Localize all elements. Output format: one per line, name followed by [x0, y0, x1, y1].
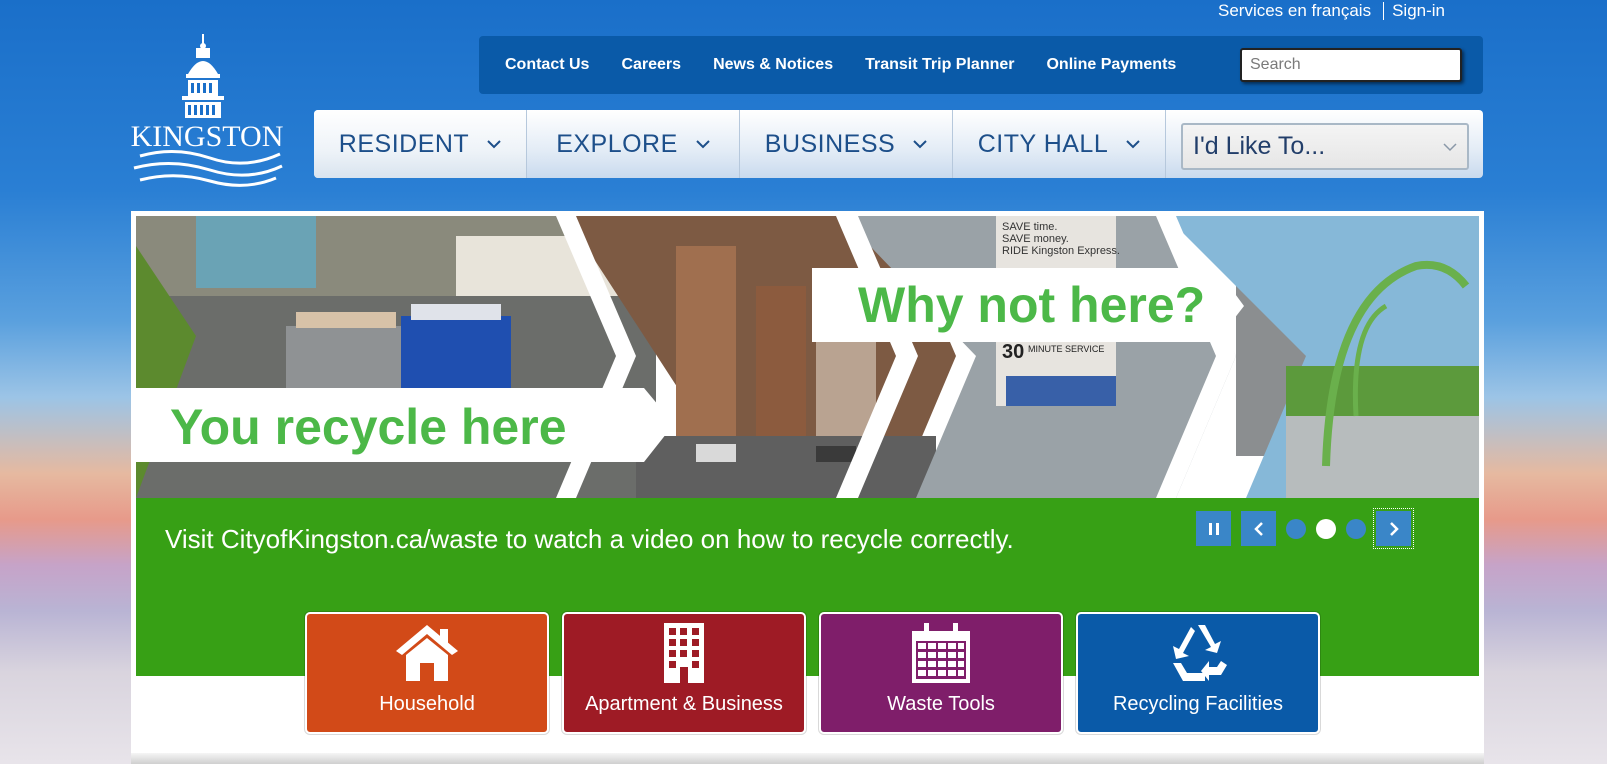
tile-recycling-facilities[interactable]: Recycling Facilities: [1076, 612, 1320, 734]
bus-sign-text: SAVE money.: [1002, 233, 1069, 245]
nav-careers[interactable]: Careers: [621, 56, 681, 74]
tile-label: Recycling Facilities: [1112, 693, 1284, 715]
sign-in-link[interactable]: Sign-in: [1392, 1, 1445, 21]
slide-dot-3[interactable]: [1346, 518, 1366, 539]
tab-resident[interactable]: RESIDENT: [314, 110, 527, 178]
tab-label: RESIDENT: [338, 129, 470, 158]
dropdown-label: I'd Like To...: [1193, 132, 1326, 160]
tab-label: EXPLORE: [556, 129, 678, 158]
chevron-right-icon: [1389, 521, 1399, 536]
tab-label: BUSINESS: [764, 129, 896, 158]
recycle-icon: [1173, 625, 1227, 681]
tile-household[interactable]: Household: [305, 612, 549, 734]
tab-label: CITY HALL: [977, 129, 1109, 158]
tile-label: Apartment & Business: [585, 693, 783, 715]
chevron-down-icon: [1443, 142, 1457, 151]
chevron-left-icon: [1253, 521, 1263, 536]
bus-sign-number: 30: [1002, 341, 1024, 363]
slider-controls: [1196, 508, 1414, 549]
divider: [1383, 2, 1385, 20]
calendar-icon: [912, 623, 970, 683]
tab-city-hall[interactable]: CITY HALL: [953, 110, 1166, 178]
main-nav: RESIDENT EXPLORE BUSINESS CITY HALL I'd …: [314, 110, 1483, 178]
kingston-logo[interactable]: KINGSTON: [130, 34, 285, 188]
pause-icon: [1208, 522, 1219, 535]
nav-contact-us[interactable]: Contact Us: [505, 56, 589, 74]
hero-headline-left: You recycle here: [170, 399, 567, 455]
tab-explore[interactable]: EXPLORE: [527, 110, 740, 178]
nav-transit-trip-planner[interactable]: Transit Trip Planner: [865, 56, 1014, 74]
city-hall-logo-icon: KINGSTON: [131, 34, 284, 187]
building-icon: [664, 623, 704, 683]
previous-slide-button[interactable]: [1241, 511, 1276, 546]
tile-apartment-business[interactable]: Apartment & Business: [562, 612, 806, 734]
id-like-to-dropdown[interactable]: I'd Like To...: [1181, 123, 1469, 170]
nav-online-payments[interactable]: Online Payments: [1046, 56, 1176, 74]
bus-sign-text: MINUTE SERVICE: [1028, 344, 1104, 354]
utility-nav: Contact Us Careers News & Notices Transi…: [479, 36, 1483, 94]
logo-wordmark: KINGSTON: [131, 120, 284, 153]
chevron-down-icon: [487, 140, 501, 149]
waste-tiles: Household Apartment & Business Waste Too…: [305, 612, 1320, 734]
chevron-down-icon: [913, 140, 927, 149]
hero-caption-text: Visit CityofKingston.ca/waste to watch a…: [165, 524, 1014, 554]
tile-label: Household: [379, 693, 475, 715]
hero-headline-right: Why not here?: [858, 277, 1205, 333]
pause-button[interactable]: [1196, 511, 1231, 546]
hero-collage-image: SAVE time. SAVE money. RIDE Kingston Exp…: [136, 216, 1479, 498]
bus-sign-text: RIDE Kingston Express.: [1002, 245, 1120, 257]
french-services-link[interactable]: Services en français: [1218, 1, 1371, 21]
chevron-down-icon: [696, 140, 710, 149]
tile-label: Waste Tools: [887, 693, 995, 715]
chevron-down-icon: [1126, 140, 1140, 149]
search-box: [1240, 48, 1462, 82]
search-input[interactable]: [1250, 56, 1457, 74]
content-bottom-edge: [131, 753, 1484, 764]
next-slide-button[interactable]: [1373, 508, 1414, 549]
bus-sign-text: SAVE time.: [1002, 221, 1057, 233]
house-icon: [396, 625, 458, 681]
hero-image: SAVE time. SAVE money. RIDE Kingston Exp…: [136, 216, 1479, 498]
top-links: Services en français Sign-in: [1218, 0, 1445, 22]
tile-waste-tools[interactable]: Waste Tools: [819, 612, 1063, 734]
slide-dot-2[interactable]: [1316, 518, 1336, 539]
tab-business[interactable]: BUSINESS: [740, 110, 953, 178]
slide-dot-1[interactable]: [1286, 518, 1306, 539]
nav-news-notices[interactable]: News & Notices: [713, 56, 833, 74]
